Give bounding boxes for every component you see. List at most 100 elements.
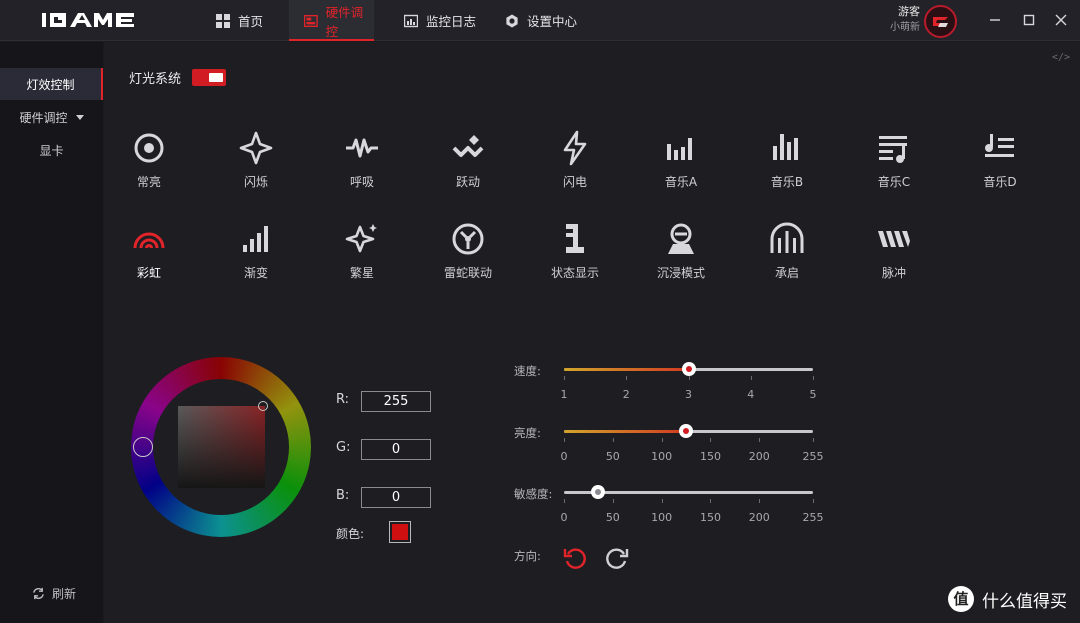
speed-tick xyxy=(813,376,814,380)
g-label: G: xyxy=(336,440,351,455)
lighting-system-toggle[interactable] xyxy=(192,69,226,86)
color-wheel[interactable] xyxy=(131,357,311,537)
effect-arch[interactable]: 承启 xyxy=(742,221,832,301)
minimize-icon[interactable] xyxy=(986,11,1004,29)
immersive-icon xyxy=(668,223,694,254)
user-subtitle: 小萌新 xyxy=(890,22,920,33)
counterclockwise-icon[interactable] xyxy=(562,544,588,570)
effect-label: 音乐C xyxy=(877,175,911,189)
brightness-scale-label: 150 xyxy=(699,450,721,463)
effect-blink[interactable]: 闪烁 xyxy=(211,130,301,210)
r-label: R: xyxy=(336,392,350,407)
effect-label: 音乐A xyxy=(664,175,698,189)
gradient-bars-icon xyxy=(243,226,268,252)
brightness-label: 亮度: xyxy=(514,426,541,440)
effect-rainbow[interactable]: 彩虹 xyxy=(104,221,194,301)
speed-tick xyxy=(750,376,752,380)
speed-scale-label: 1 xyxy=(560,388,568,401)
brightness-scale-label: 0 xyxy=(560,450,568,463)
speed-scale-label: 2 xyxy=(622,388,630,401)
main-panel: </> 灯光系统 常亮 闪烁 呼吸 跃动 闪电 音乐A 音乐B 音乐C 音乐D xyxy=(104,42,1080,623)
effect-music-c[interactable]: 音乐C xyxy=(849,130,939,210)
effect-status-display[interactable]: 状态显示 xyxy=(530,221,620,301)
effect-label: 跃动 xyxy=(455,175,480,189)
sidebar-item-label: 硬件调控 xyxy=(19,110,68,125)
effect-music-d[interactable]: 音乐D xyxy=(955,130,1045,210)
effect-music-a[interactable]: 音乐A xyxy=(636,130,726,210)
sensitivity-tick xyxy=(564,499,565,503)
brightness-thumb[interactable] xyxy=(679,424,694,438)
saturation-value-square[interactable] xyxy=(178,406,265,488)
sensitivity-scale-label: 0 xyxy=(560,511,568,524)
hue-handle[interactable] xyxy=(133,437,153,457)
effect-label: 脉冲 xyxy=(881,266,906,280)
brightness-fill xyxy=(564,430,687,433)
sensitivity-tick xyxy=(612,499,614,503)
lightning-icon xyxy=(563,130,587,166)
effect-lightning[interactable]: 闪电 xyxy=(530,130,620,210)
avatar[interactable] xyxy=(924,5,957,38)
effect-label: 音乐D xyxy=(983,175,1017,189)
speed-tick xyxy=(626,376,628,380)
color-label: 颜色: xyxy=(336,527,365,541)
effect-label: 繁星 xyxy=(349,266,374,280)
effect-razer-link[interactable]: 雷蛇联动 xyxy=(423,221,513,301)
sensitivity-slider[interactable]: 0 50 100 150 200 255 xyxy=(561,485,824,524)
monitor-log-icon xyxy=(404,14,418,27)
title-bar: 首页 硬件调控 监控日志 设置中心 游客 小萌新 xyxy=(0,0,1080,41)
sensitivity-thumb[interactable] xyxy=(591,485,606,499)
sensitivity-scale-label: 100 xyxy=(651,511,673,524)
r-input[interactable] xyxy=(361,391,431,412)
watermark-text: 什么值得买 xyxy=(982,591,1067,612)
refresh-button[interactable]: 刷新 xyxy=(32,585,76,602)
watermark-badge: 值 xyxy=(948,586,974,612)
speed-fill xyxy=(564,368,689,371)
rainbow-icon xyxy=(133,232,165,249)
effect-stars[interactable]: 繁星 xyxy=(317,221,407,301)
stars-icon xyxy=(345,224,377,253)
maximize-icon[interactable] xyxy=(1020,11,1038,29)
effect-pulse[interactable]: 脉冲 xyxy=(849,221,939,301)
brightness-tick xyxy=(612,438,614,442)
sensitivity-tick xyxy=(759,499,761,503)
tab-settings[interactable]: 设置中心 xyxy=(505,0,577,41)
arch-icon xyxy=(770,222,804,253)
effect-immersive[interactable]: 沉浸模式 xyxy=(636,221,726,301)
color-swatch[interactable] xyxy=(389,521,411,543)
g-input[interactable] xyxy=(361,439,431,460)
b-input[interactable] xyxy=(361,487,431,508)
tab-hardware-label: 硬件调控 xyxy=(325,4,364,39)
brightness-scale-label: 50 xyxy=(605,450,620,463)
sensitivity-tick xyxy=(813,499,814,503)
tab-home[interactable]: 首页 xyxy=(216,0,263,41)
code-tag[interactable]: </> xyxy=(1052,52,1070,63)
effect-breath[interactable]: 呼吸 xyxy=(317,130,407,210)
close-icon[interactable] xyxy=(1052,11,1070,29)
status-display-icon xyxy=(566,224,584,253)
effect-label: 彩虹 xyxy=(136,266,161,280)
sensitivity-scale-label: 150 xyxy=(699,511,721,524)
sidebar-item-lighting[interactable]: 灯效控制 xyxy=(0,68,103,100)
speed-scale-label: 5 xyxy=(809,388,817,401)
tab-hardware[interactable]: 硬件调控 xyxy=(289,0,374,41)
chevron-down-icon xyxy=(75,114,84,120)
effect-label: 闪烁 xyxy=(243,175,268,189)
clockwise-icon[interactable] xyxy=(604,544,630,570)
effect-label: 状态显示 xyxy=(550,266,599,280)
effect-label: 闪电 xyxy=(562,175,587,189)
tab-monitor-log[interactable]: 监控日志 xyxy=(404,0,476,41)
direction-label: 方向: xyxy=(514,549,541,563)
bounce-icon xyxy=(452,135,484,157)
sidebar-item-gpu[interactable]: 显卡 xyxy=(0,134,103,166)
refresh-icon xyxy=(33,587,44,600)
effect-music-b[interactable]: 音乐B xyxy=(742,130,832,210)
effect-bounce[interactable]: 跃动 xyxy=(423,130,513,210)
sidebar-item-hardware[interactable]: 硬件调控 xyxy=(0,101,103,133)
saturation-handle[interactable] xyxy=(258,401,268,411)
effect-steady[interactable]: 常亮 xyxy=(104,130,194,210)
effect-gradient[interactable]: 渐变 xyxy=(211,221,301,301)
settings-icon xyxy=(506,14,518,27)
speed-slider[interactable]: 1 2 3 4 5 xyxy=(561,362,817,401)
speed-thumb[interactable] xyxy=(681,362,696,376)
brightness-slider[interactable]: 0 50 100 150 200 255 xyxy=(561,424,824,463)
